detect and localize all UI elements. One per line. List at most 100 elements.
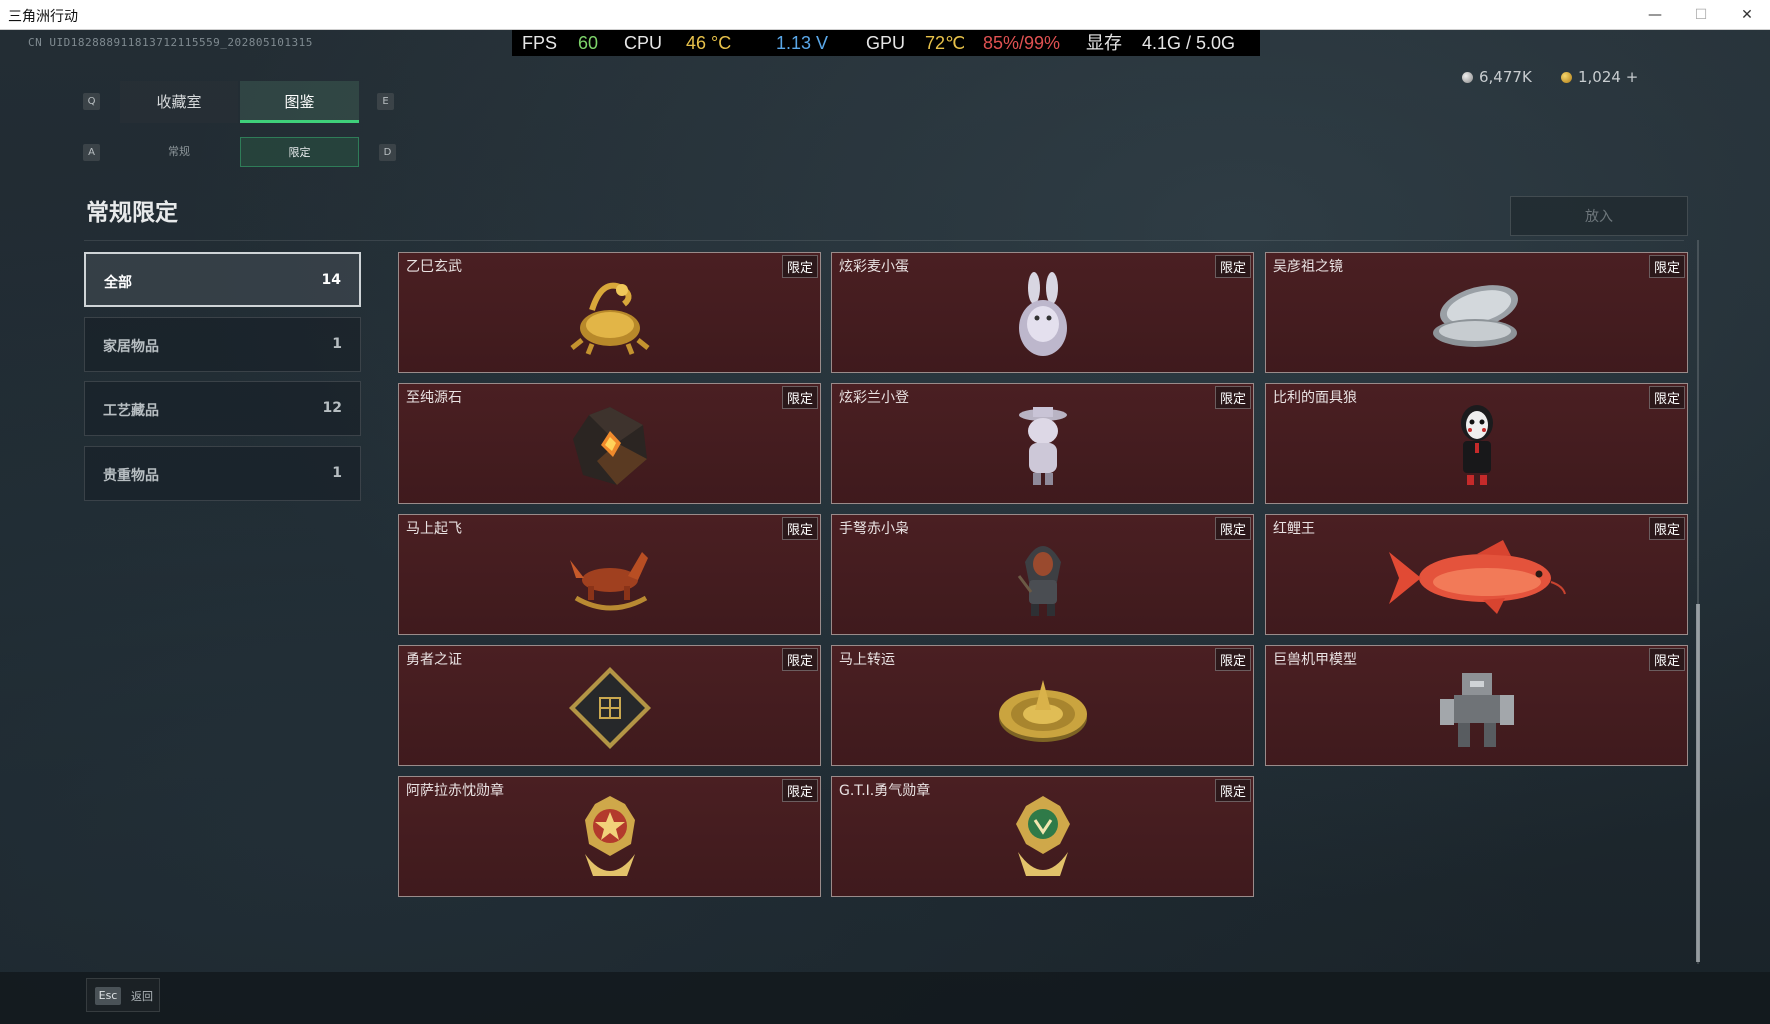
category-valuables[interactable]: 贵重物品 1 (84, 446, 361, 501)
item-card[interactable]: 阿萨拉赤忱勋章 限定 (398, 776, 821, 897)
vram-value: 4.1G / 5.0G (1142, 33, 1236, 53)
item-name: 红鲤王 (1273, 521, 1315, 537)
limited-badge: 限定 (1648, 517, 1685, 540)
mech-model-icon (1439, 673, 1514, 747)
limited-badge: 限定 (1214, 386, 1251, 409)
cpu-label: CPU (624, 33, 663, 53)
category-count: 1 (332, 465, 342, 481)
compact-mirror-icon (1432, 285, 1518, 347)
maximize-button[interactable]: ☐ (1678, 0, 1724, 30)
item-card[interactable]: 马上转运 限定 (831, 645, 1254, 766)
category-label: 全部 (104, 275, 132, 291)
item-card[interactable]: 炫彩麦小蛋 限定 (831, 252, 1254, 373)
item-name: 巨兽机甲模型 (1273, 652, 1357, 668)
category-label: 贵重物品 (103, 468, 159, 484)
limited-badge: 限定 (781, 648, 818, 671)
hooded-figure-icon (1017, 546, 1061, 616)
item-card[interactable]: 红鲤王 限定 (1265, 514, 1688, 635)
limited-badge: 限定 (1214, 779, 1251, 802)
item-name: 比利的面具狼 (1273, 390, 1357, 406)
item-card[interactable]: 炫彩兰小登 限定 (831, 383, 1254, 504)
gold-amount: 1,024 + (1578, 68, 1639, 86)
item-card[interactable]: 马上起飞 限定 (398, 514, 821, 635)
key-hint-d: D (379, 144, 396, 161)
item-card[interactable]: 乙巳玄武 限定 (398, 252, 821, 373)
subtab-limited[interactable]: 限定 (240, 137, 359, 167)
item-name: 阿萨拉赤忱勋章 (406, 783, 504, 799)
esc-key-hint: Esc (95, 987, 121, 1005)
fps-label: FPS (522, 33, 558, 53)
gold-coin-icon (1561, 72, 1572, 83)
limited-badge: 限定 (1648, 648, 1685, 671)
category-label: 家居物品 (103, 339, 159, 355)
category-label: 工艺藏品 (103, 403, 159, 419)
item-name: 至纯源石 (406, 390, 462, 406)
silver-coin-icon (1462, 72, 1473, 83)
put-in-button[interactable]: 放入 (1510, 196, 1688, 236)
item-name: 勇者之证 (406, 652, 462, 668)
card-token-icon (568, 667, 651, 749)
rocking-horse-icon (569, 552, 648, 611)
limited-badge: 限定 (1214, 517, 1251, 540)
figurine-icon (1018, 407, 1067, 485)
item-name: 乙巳玄武 (406, 259, 462, 275)
back-label: 返回 (131, 990, 153, 1003)
gold-currency[interactable]: 1,024 + (1561, 68, 1638, 86)
item-card[interactable]: G.T.I.勇气勋章 限定 (831, 776, 1254, 897)
medal-green-icon (1015, 796, 1070, 876)
medal-red-icon (584, 796, 635, 876)
key-hint-q: Q (83, 93, 100, 110)
gpu-temp: 72℃ (925, 33, 966, 53)
item-name: 炫彩麦小蛋 (839, 259, 909, 275)
minimize-button[interactable]: — (1632, 0, 1678, 30)
item-card[interactable]: 至纯源石 限定 (398, 383, 821, 504)
item-name: 手弩赤小枭 (839, 521, 909, 537)
subtab-regular[interactable]: 常规 (120, 137, 238, 167)
item-card[interactable]: 勇者之证 限定 (398, 645, 821, 766)
close-button[interactable]: ✕ (1724, 0, 1770, 30)
section-divider (84, 240, 1684, 241)
item-card[interactable]: 吴彦祖之镜 限定 (1265, 252, 1688, 373)
window-titlebar: 三角洲行动 — ☐ ✕ (0, 0, 1770, 30)
back-button[interactable]: Esc 返回 (86, 978, 160, 1012)
limited-badge: 限定 (1648, 255, 1685, 278)
dragon-turtle-icon (569, 282, 650, 355)
item-card[interactable]: 比利的面具狼 限定 (1265, 383, 1688, 504)
item-card[interactable]: 巨兽机甲模型 限定 (1265, 645, 1688, 766)
section-title: 常规限定 (86, 200, 178, 226)
limited-badge: 限定 (1648, 386, 1685, 409)
category-home-items[interactable]: 家居物品 1 (84, 317, 361, 372)
gem-stone-icon (572, 407, 647, 485)
gpu-usage: 85%/99% (983, 33, 1061, 53)
tab-codex[interactable]: 图鉴 (240, 81, 359, 123)
bunny-egg-icon (1018, 272, 1067, 356)
limited-badge: 限定 (781, 779, 818, 802)
limited-badge: 限定 (781, 255, 818, 278)
game-viewport: CN UID182888911813712115559_202805101315… (0, 30, 1770, 1024)
item-name: 马上起飞 (406, 521, 462, 537)
red-carp-icon (1388, 540, 1566, 614)
silver-currency: 6,477K (1462, 68, 1532, 86)
grid-scrollbar-thumb[interactable] (1696, 604, 1700, 962)
user-uid: CN UID182888911813712115559_202805101315 (28, 36, 313, 49)
category-all[interactable]: 全部 14 (84, 252, 361, 307)
mask-puppet-icon (1460, 405, 1493, 485)
item-card[interactable]: 手弩赤小枭 限定 (831, 514, 1254, 635)
gold-dial-icon (998, 680, 1087, 742)
vram-label: 显存 (1086, 33, 1122, 53)
cpu-voltage: 1.13 V (776, 33, 829, 53)
key-hint-a: A (83, 144, 100, 161)
item-name: 马上转运 (839, 652, 895, 668)
category-count: 12 (322, 400, 342, 416)
category-count: 14 (321, 272, 341, 288)
limited-badge: 限定 (1214, 648, 1251, 671)
window-title: 三角洲行动 (8, 9, 78, 25)
bottom-bar (0, 972, 1770, 1024)
category-crafts[interactable]: 工艺藏品 12 (84, 381, 361, 436)
cpu-temp: 46 °C (686, 33, 732, 53)
limited-badge: 限定 (1214, 255, 1251, 278)
item-name: G.T.I.勇气勋章 (839, 783, 931, 799)
silver-amount: 6,477K (1479, 68, 1532, 86)
tab-collection-room[interactable]: 收藏室 (120, 81, 238, 123)
fps-value: 60 (578, 33, 599, 53)
